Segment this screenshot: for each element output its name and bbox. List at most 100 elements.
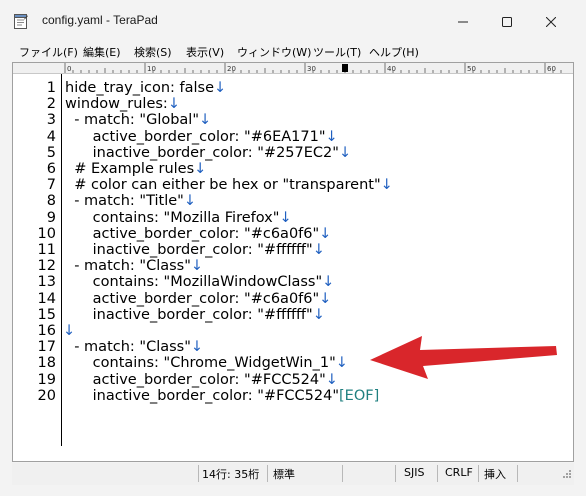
menu-window[interactable]: ウィンドウ(W) xyxy=(237,44,311,60)
status-separator xyxy=(517,465,518,482)
line-text: inactive_border_color: "#FCC524"[EOF] xyxy=(65,387,380,404)
line-number: 20 xyxy=(37,387,56,404)
minimize-button[interactable] xyxy=(441,7,485,35)
cursor-position: 14行: 35桁 xyxy=(202,468,260,481)
line-content: - match: "Class" xyxy=(65,258,191,275)
line-number: 7 xyxy=(46,177,56,194)
insert-mode-indicator: 挿入 xyxy=(484,468,506,481)
editor-line[interactable]: 3 - match: "Global"↓ xyxy=(13,112,573,128)
editor[interactable]: 0 10 20 30 40 50 60 1 hide_tray_icon: false↓ 2 wi… xyxy=(12,62,574,462)
line-content: contains: "Mozilla Firefox" xyxy=(65,209,280,226)
line-text: hide_tray_icon: false↓ xyxy=(65,80,226,96)
line-number: 18 xyxy=(37,355,56,372)
line-number: 10 xyxy=(37,225,56,242)
eof-marker: [EOF] xyxy=(339,387,380,404)
editor-line[interactable]: 4 active_border_color: "#6EA171"↓ xyxy=(13,129,573,145)
eol-marker: ↓ xyxy=(199,112,212,129)
line-text: window_rules:↓ xyxy=(65,96,180,112)
eol-marker: ↓ xyxy=(190,258,204,275)
line-content: active_border_color: "#c6a0f6" xyxy=(65,290,320,307)
status-separator xyxy=(198,465,199,482)
line-number: 8 xyxy=(46,193,56,210)
editor-line[interactable]: 1 hide_tray_icon: false↓ xyxy=(13,80,573,96)
menu-file[interactable]: ファイル(F) xyxy=(19,44,78,60)
eol-marker: ↓ xyxy=(279,209,292,226)
editor-line[interactable]: 6 # Example rules↓ xyxy=(13,161,573,177)
menu-view[interactable]: 表示(V) xyxy=(186,44,224,60)
column-ruler: 0 10 20 30 40 50 60 xyxy=(13,63,573,74)
line-number: 6 xyxy=(46,161,56,177)
line-text: - match: "Class"↓ xyxy=(65,258,203,274)
terapad-window: config.yaml - TeraPad ファイル(F) 編集(E) 検索(S… xyxy=(0,0,586,496)
menu-help[interactable]: ヘルプ(H) xyxy=(369,44,419,60)
line-number: 2 xyxy=(46,96,56,113)
line-number: 12 xyxy=(37,258,56,275)
ruler-label: 60 xyxy=(547,65,556,73)
editor-line[interactable]: 10 active_border_color: "#c6a0f6"↓ xyxy=(13,226,573,242)
line-number: 19 xyxy=(37,371,56,388)
editor-line[interactable]: 9 contains: "Mozilla Firefox"↓ xyxy=(13,210,573,226)
line-text: contains: "Mozilla Firefox"↓ xyxy=(65,210,292,226)
line-text: inactive_border_color: "#ffffff"↓ xyxy=(65,307,325,323)
editor-line[interactable]: 2 window_rules:↓ xyxy=(13,96,573,112)
menu-tools[interactable]: ツール(T) xyxy=(313,44,361,60)
status-separator xyxy=(478,465,479,482)
editor-line[interactable]: 5 inactive_border_color: "#257EC2"↓ xyxy=(13,145,573,161)
menu-edit[interactable]: 編集(E) xyxy=(83,44,121,60)
line-content: # Example rules xyxy=(65,161,195,177)
maximize-button[interactable] xyxy=(485,7,529,35)
close-icon xyxy=(545,12,557,31)
status-separator xyxy=(342,465,343,482)
encoding-indicator: SJIS xyxy=(404,466,425,479)
editor-line[interactable]: 8 - match: "Title"↓ xyxy=(13,193,573,209)
status-separator xyxy=(395,465,396,482)
line-content: contains: "Chrome_WidgetWin_1" xyxy=(65,355,336,372)
status-bar: 14行: 35桁 標準 SJIS CRLF 挿入 xyxy=(12,463,574,485)
line-text: inactive_border_color: "#ffffff"↓ xyxy=(65,242,325,258)
eol-marker: ↓ xyxy=(63,323,76,339)
close-button[interactable] xyxy=(529,7,573,35)
line-text: contains: "Chrome_WidgetWin_1"↓ xyxy=(65,355,348,371)
line-text: active_border_color: "#6EA171"↓ xyxy=(65,129,338,145)
line-content: inactive_border_color: "#ffffff" xyxy=(65,242,313,258)
editor-line[interactable]: 11 inactive_border_color: "#ffffff"↓ xyxy=(13,242,573,258)
resize-grip-icon[interactable] xyxy=(562,469,572,482)
window-title: config.yaml - TeraPad xyxy=(42,13,158,27)
eol-marker: ↓ xyxy=(319,290,332,307)
line-text: active_border_color: "#c6a0f6"↓ xyxy=(65,290,332,307)
title-bar[interactable]: config.yaml - TeraPad xyxy=(0,0,586,40)
line-content: active_border_color: "#6EA171" xyxy=(65,128,326,145)
line-text: inactive_border_color: "#257EC2"↓ xyxy=(65,145,351,161)
eol-marker: ↓ xyxy=(335,355,348,372)
editor-line[interactable]: 14 active_border_color: "#c6a0f6"↓ xyxy=(13,291,573,307)
edit-mode: 標準 xyxy=(273,468,295,481)
ruler-label: 10 xyxy=(147,65,156,73)
line-text: - match: "Class"↓ xyxy=(65,339,203,355)
editor-line[interactable]: 20 inactive_border_color: "#FCC524"[EOF] xyxy=(13,388,573,404)
line-number: 1 xyxy=(46,80,56,96)
line-number: 15 xyxy=(37,306,56,323)
line-number: 5 xyxy=(46,144,56,161)
menu-search[interactable]: 検索(S) xyxy=(134,44,172,60)
editor-line[interactable]: 7 # color can either be hex or "transpar… xyxy=(13,177,573,193)
line-content: - match: "Class" xyxy=(65,339,191,356)
line-text: # color can either be hex or "transparen… xyxy=(65,177,393,193)
line-content: hide_tray_icon: false xyxy=(65,80,215,96)
ruler-label: 40 xyxy=(387,65,396,73)
eol-marker: ↓ xyxy=(312,242,325,258)
line-number: 3 xyxy=(46,112,56,129)
eol-marker: ↓ xyxy=(380,177,393,194)
editor-line[interactable]: 13 contains: "MozillaWindowClass"↓ xyxy=(13,274,573,290)
eol-marker: ↓ xyxy=(190,339,204,356)
line-number: 11 xyxy=(37,242,56,258)
eol-marker: ↓ xyxy=(338,144,352,161)
line-number: 4 xyxy=(46,128,56,145)
eol-marker: ↓ xyxy=(322,274,335,291)
notepad-icon xyxy=(14,13,28,29)
ruler-label: 30 xyxy=(307,65,316,73)
editor-line[interactable]: 15 inactive_border_color: "#ffffff"↓ xyxy=(13,307,573,323)
editor-line[interactable]: 12 - match: "Class"↓ xyxy=(13,258,573,274)
line-text: ↓ xyxy=(63,323,75,339)
line-content: active_border_color: "#c6a0f6" xyxy=(65,225,320,242)
eol-marker: ↓ xyxy=(312,306,325,323)
